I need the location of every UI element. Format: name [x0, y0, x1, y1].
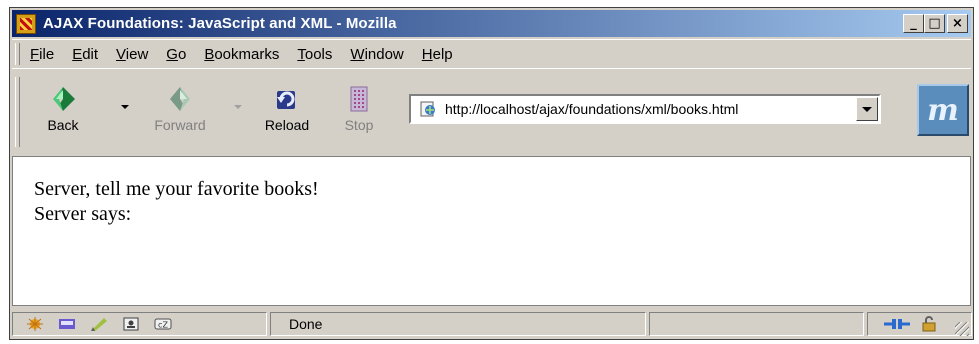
reload-icon: [277, 91, 295, 109]
mozilla-throbber[interactable]: m: [917, 84, 969, 136]
component-bar: cZ: [12, 312, 267, 336]
address-book-icon[interactable]: [121, 316, 141, 332]
window-title: AJAX Foundations: JavaScript and XML - M…: [43, 15, 397, 32]
forward-button[interactable]: Forward: [150, 85, 210, 133]
access-key: G: [166, 45, 178, 63]
forward-arrow-icon: [170, 87, 190, 111]
access-key: B: [204, 45, 215, 63]
back-dropdown-icon[interactable]: [121, 105, 129, 109]
page-line-response: Server says:: [34, 203, 132, 225]
stop-icon: [350, 86, 368, 112]
menu-bookmarks[interactable]: Bookmarks: [204, 46, 279, 63]
composer-icon[interactable]: [89, 316, 109, 332]
back-label: Back: [47, 117, 79, 133]
forward-label: Forward: [154, 117, 206, 133]
access-key: W: [350, 45, 365, 63]
status-progress-panel: [649, 312, 864, 336]
page-proxy-icon[interactable]: [419, 100, 437, 118]
menu-bar: File Edit View Go Bookmarks Tools Window…: [12, 39, 971, 69]
url-field[interactable]: http://localhost/ajax/foundations/xml/bo…: [409, 94, 881, 124]
navigator-icon[interactable]: [25, 316, 45, 332]
status-bar: cZ Done: [12, 310, 972, 338]
navigation-toolbar: Back Forward Reload Stop http://localhos…: [12, 68, 971, 157]
status-text-panel: Done: [270, 312, 646, 336]
svg-text:cZ: cZ: [158, 321, 168, 330]
maximize-button[interactable]: □: [924, 14, 945, 33]
reload-button[interactable]: Reload: [257, 85, 317, 133]
menubar-grip[interactable]: [15, 43, 20, 65]
back-button[interactable]: Back: [33, 85, 93, 133]
page-line-request: Server, tell me your favorite books!: [34, 178, 319, 200]
security-lock-icon[interactable]: [920, 316, 938, 332]
minimize-button[interactable]: _: [903, 14, 924, 33]
back-arrow-icon: [53, 87, 75, 111]
status-text: Done: [289, 316, 323, 332]
access-key: H: [421, 45, 433, 63]
menu-tools[interactable]: Tools: [297, 46, 332, 63]
menu-go[interactable]: Go: [166, 46, 186, 63]
forward-dropdown-icon[interactable]: [234, 105, 242, 109]
menu-edit[interactable]: Edit: [72, 46, 98, 63]
toolbar-grip[interactable]: [15, 77, 20, 147]
chevron-down-icon: [862, 106, 872, 112]
url-history-dropdown[interactable]: [856, 97, 878, 121]
url-text[interactable]: http://localhost/ajax/foundations/xml/bo…: [445, 101, 738, 117]
access-key: T: [297, 45, 305, 63]
mozilla-logo-icon: m: [927, 92, 959, 128]
access-key: E: [72, 45, 83, 63]
access-key: V: [116, 45, 126, 63]
browser-window: AJAX Foundations: JavaScript and XML - M…: [9, 7, 974, 340]
resize-grip[interactable]: [955, 322, 969, 336]
menu-file[interactable]: File: [30, 46, 54, 63]
menu-window[interactable]: Window: [350, 46, 403, 63]
mozilla-app-icon[interactable]: [16, 13, 36, 34]
window-controls: _ □ ×: [903, 14, 968, 33]
title-bar[interactable]: AJAX Foundations: JavaScript and XML - M…: [12, 10, 971, 37]
page-content: Server, tell me your favorite books! Ser…: [12, 156, 971, 306]
mail-icon[interactable]: [57, 316, 77, 332]
stop-label: Stop: [344, 117, 374, 133]
irc-chat-icon[interactable]: cZ: [153, 316, 173, 332]
reload-label: Reload: [264, 117, 310, 133]
online-status-icon[interactable]: [882, 316, 912, 332]
stop-button[interactable]: Stop: [329, 85, 389, 133]
menu-help[interactable]: Help: [422, 46, 453, 63]
menu-view[interactable]: View: [116, 46, 148, 63]
close-button[interactable]: ×: [947, 14, 968, 33]
access-key: F: [30, 45, 40, 63]
